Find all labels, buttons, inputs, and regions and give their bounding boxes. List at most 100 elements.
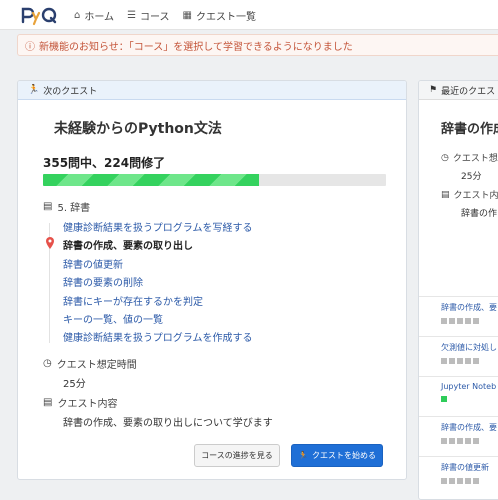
top-navbar: ⌂ ホーム ☰ コース ▦ クエスト一覧 <box>0 0 498 30</box>
lesson-progress-dots <box>441 438 498 444</box>
lesson-item[interactable]: 健康診断結果を扱うプログラムを作成する <box>63 329 363 347</box>
nav-home-label: ホーム <box>84 11 115 23</box>
home-icon: ⌂ <box>74 9 81 21</box>
nav-quest-list[interactable]: ▦ クエスト一覧 <box>183 8 256 23</box>
progress-dot <box>465 318 471 324</box>
recent-quest-item[interactable]: 辞書の作成、要 <box>419 416 498 456</box>
lesson-item[interactable]: キーの一覧、値の一覧 <box>63 311 363 329</box>
quest-content-value: 辞書の作成、要素の取り出しについて学びます <box>63 418 273 429</box>
quest-time-label: ◷ クエスト想定時間 <box>43 356 137 371</box>
recent-quest-item[interactable]: 辞書の作成、要 <box>419 296 498 336</box>
recent-time-value: 25分 <box>461 172 482 182</box>
quest-time-label-text: クエスト想定時間 <box>56 360 137 371</box>
map-icon: ▤ <box>43 201 53 212</box>
recent-quest-item[interactable]: 辞書の値更新 <box>419 456 498 496</box>
progress-dot <box>449 438 455 444</box>
document-icon: ▤ <box>441 189 450 200</box>
progress-dot <box>449 478 455 484</box>
progress-bar <box>43 174 386 186</box>
progress-text: 355問中、224問修了 <box>43 156 166 170</box>
clock-icon: ◷ <box>441 152 449 163</box>
recent-quest-item[interactable]: Jupyter Noteb <box>419 376 498 416</box>
progress-dot <box>473 438 479 444</box>
lesson-label: 健康診断結果を扱うプログラムを作成する <box>63 333 253 345</box>
lesson-label: キーの一覧、値の一覧 <box>63 314 163 326</box>
lesson-progress-dots <box>441 358 498 364</box>
next-quest-header: 🏃 次のクエスト <box>18 81 406 100</box>
progress-bar-fill <box>43 174 260 186</box>
progress-dot <box>441 358 447 364</box>
progress-dot <box>457 478 463 484</box>
quest-content-label: ▤ クエスト内容 <box>43 395 117 410</box>
recent-quests-header-label: 最近のクエスト <box>441 86 498 97</box>
progress-dot <box>457 318 463 324</box>
next-quest-card: 🏃 次のクエスト 未経験からのPython文法 355問中、224問修了 ▤ 5… <box>17 80 407 480</box>
lesson-label: 辞書の要素の削除 <box>63 278 143 290</box>
view-course-progress-button[interactable]: コースの進捗を見る <box>194 444 280 467</box>
progress-dot <box>465 358 471 364</box>
alert-icon: ⓘ <box>25 41 35 53</box>
progress-dot <box>473 358 479 364</box>
start-quest-label: クエストを始める <box>311 451 376 460</box>
clock-icon: ◷ <box>43 358 52 369</box>
chapter-heading: ▤ 5. 辞書 <box>43 199 90 214</box>
recent-time-label-text: クエスト想 <box>452 154 498 164</box>
quest-content-label-text: クエスト内容 <box>57 399 118 410</box>
runner-icon: 🏃 <box>28 85 40 95</box>
recent-time-label: ◷ クエスト想 <box>441 151 498 165</box>
nav-course-label: コース <box>140 11 170 23</box>
start-quest-button[interactable]: 🏃 クエストを始める <box>291 444 383 467</box>
location-pin-icon <box>46 237 54 250</box>
progress-dot <box>473 478 479 484</box>
progress-dot <box>441 396 447 402</box>
progress-dot <box>441 478 447 484</box>
grid-icon: ▦ <box>182 9 192 21</box>
nav-quest-list-label: クエスト一覧 <box>195 11 256 23</box>
recent-content-label: ▤ クエスト内 <box>441 188 498 202</box>
runner-icon: 🏃 <box>298 451 308 460</box>
progress-dot <box>449 318 455 324</box>
lesson-progress-dots <box>441 478 498 484</box>
list-icon: ☰ <box>127 9 137 21</box>
lesson-item[interactable]: 辞書の要素の削除 <box>63 274 363 292</box>
nav-home[interactable]: ⌂ ホーム <box>74 8 114 23</box>
recent-content-label-text: クエスト内 <box>453 191 498 201</box>
document-icon: ▤ <box>43 397 53 408</box>
recent-content-value: 辞書の作 <box>461 209 498 219</box>
progress-dot <box>449 358 455 364</box>
flag-icon: ⚑ <box>429 85 438 95</box>
lesson-progress-dots <box>441 318 498 324</box>
recent-quest-list: 辞書の作成、要 欠測値に対処し Jupyter Noteb 辞書の作成、要 辞書の値更新 <box>419 296 498 496</box>
recent-quest-item[interactable]: 欠測値に対処し <box>419 336 498 376</box>
quest-time-value: 25分 <box>63 379 86 390</box>
recent-quests-card: ⚑ 最近のクエスト 辞書の作成 ◷ クエスト想 25分 ▤ クエスト内 辞書の作… <box>418 80 498 500</box>
announcement-text: 新機能のお知らせ：「コース」を選択して学習できるようになりました <box>39 41 353 53</box>
recent-quest-title[interactable]: 辞書の作成 <box>441 118 498 137</box>
recent-quest-item-title: 辞書の作成、要 <box>441 423 497 432</box>
progress-dot <box>457 438 463 444</box>
recent-quest-item-title: 辞書の値更新 <box>441 463 489 472</box>
announcement-banner: ⓘ 新機能のお知らせ：「コース」を選択して学習できるようになりました <box>17 34 498 56</box>
progress-dot <box>465 438 471 444</box>
chapter-label: 5. 辞書 <box>57 203 91 214</box>
recent-quest-item-title: 欠測値に対処し <box>441 343 497 352</box>
main-nav: ⌂ ホーム ☰ コース ▦ クエスト一覧 <box>74 0 269 30</box>
lesson-item-current[interactable]: 辞書の作成、要素の取り出し <box>46 237 363 255</box>
recent-quest-item-title: Jupyter Noteb <box>441 382 497 391</box>
progress-dot <box>441 438 447 444</box>
lesson-progress-dots <box>441 396 498 402</box>
view-course-progress-label: コースの進捗を見る <box>201 451 273 460</box>
next-quest-header-label: 次のクエスト <box>43 86 98 97</box>
pyq-logo[interactable] <box>20 3 60 27</box>
lesson-item[interactable]: 健康診断結果を扱うプログラムを写経する <box>63 219 363 237</box>
nav-course[interactable]: ☰ コース <box>127 8 169 23</box>
progress-dot <box>473 318 479 324</box>
recent-quest-item-title: 辞書の作成、要 <box>441 303 497 312</box>
lesson-item[interactable]: 辞書の値更新 <box>63 256 363 274</box>
lesson-item[interactable]: 辞書にキーが存在するかを判定 <box>63 293 363 311</box>
lesson-label: 辞書の値更新 <box>63 259 123 271</box>
progress-dot <box>457 358 463 364</box>
progress-dot <box>465 478 471 484</box>
lesson-label: 健康診断結果を扱うプログラムを写経する <box>63 223 253 234</box>
quest-title[interactable]: 未経験からのPython文法 <box>54 118 222 138</box>
